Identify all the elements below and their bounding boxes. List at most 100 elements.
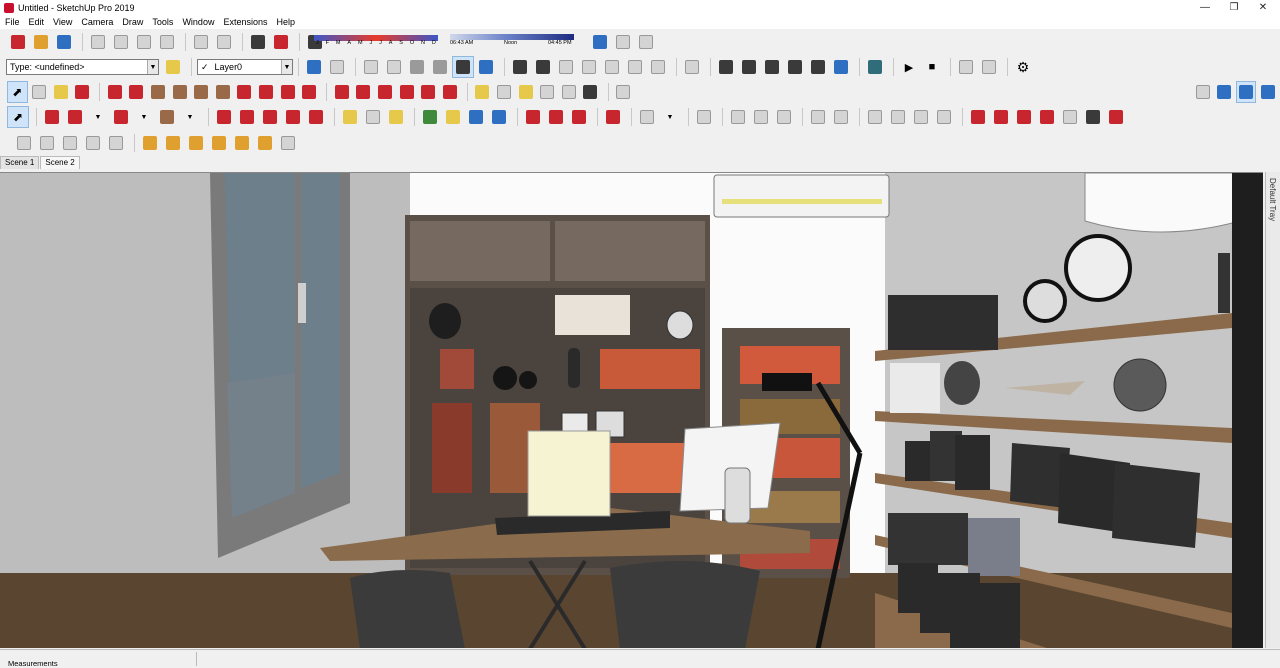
- sandbox-button-1[interactable]: [728, 107, 748, 127]
- ext-tool-button-6[interactable]: [255, 133, 275, 153]
- circle-button[interactable]: [192, 82, 211, 102]
- undo-button[interactable]: [191, 32, 211, 52]
- select-button-2[interactable]: ⬈: [7, 106, 29, 128]
- iso-view-button[interactable]: [510, 57, 530, 77]
- menu-window[interactable]: Window: [182, 17, 214, 27]
- erase-button[interactable]: [157, 32, 177, 52]
- rotate-button[interactable]: [376, 82, 395, 102]
- window-tool-button-1[interactable]: [865, 107, 885, 127]
- model-info-button[interactable]: [271, 32, 291, 52]
- arc-dropdown[interactable]: ▼: [134, 107, 154, 127]
- sandbox-button-3[interactable]: [774, 107, 794, 127]
- make-component-button[interactable]: [30, 82, 49, 102]
- pencil-button-2[interactable]: [65, 107, 85, 127]
- ext-tool-button-7[interactable]: [278, 133, 298, 153]
- axes-button[interactable]: [559, 82, 578, 102]
- style-button-2[interactable]: [739, 57, 759, 77]
- shape-button-2[interactable]: [157, 107, 177, 127]
- section-display-button[interactable]: [831, 107, 851, 127]
- play-button[interactable]: ▶: [899, 57, 919, 77]
- paint-button-2[interactable]: [386, 107, 406, 127]
- arc-button-2[interactable]: [111, 107, 131, 127]
- send-layout-button[interactable]: [569, 107, 589, 127]
- push-pull-button-2[interactable]: [214, 107, 234, 127]
- line-dropdown[interactable]: ▼: [88, 107, 108, 127]
- orbit-button-2[interactable]: [420, 107, 440, 127]
- top-view-button[interactable]: [533, 57, 553, 77]
- solid-tool-button-6[interactable]: [1083, 107, 1103, 127]
- solid-tool-button-7[interactable]: [1106, 107, 1126, 127]
- right-view-button[interactable]: [579, 57, 599, 77]
- download-button[interactable]: [636, 32, 656, 52]
- layer-combo[interactable]: ✓ Layer0 ▼: [197, 59, 293, 75]
- monochrome-button[interactable]: [452, 56, 474, 78]
- back-view-button[interactable]: [602, 57, 622, 77]
- menu-extensions[interactable]: Extensions: [223, 17, 267, 27]
- style-button-6[interactable]: [831, 57, 851, 77]
- zoom-button[interactable]: [466, 107, 486, 127]
- menu-tools[interactable]: Tools: [152, 17, 173, 27]
- 3d-text-button[interactable]: [581, 82, 600, 102]
- menu-help[interactable]: Help: [276, 17, 295, 27]
- solid-inspector-button[interactable]: [694, 107, 714, 127]
- arc-3pt-button[interactable]: [278, 82, 297, 102]
- scene-tab-2[interactable]: Scene 2: [40, 156, 80, 169]
- solid-tool-button-3[interactable]: [1014, 107, 1034, 127]
- zoom-extents-button[interactable]: [489, 107, 509, 127]
- type-combo[interactable]: Type: <undefined> ▼: [6, 59, 159, 75]
- view-cube-button-3[interactable]: [1258, 82, 1277, 102]
- select-button[interactable]: ⬈: [7, 81, 28, 103]
- tape-button-2[interactable]: [340, 107, 360, 127]
- solid-tool-button-1[interactable]: [968, 107, 988, 127]
- sandbox-stamp-button[interactable]: [83, 133, 103, 153]
- text-button-2[interactable]: [363, 107, 383, 127]
- style-button-4[interactable]: [785, 57, 805, 77]
- cut-button[interactable]: [88, 32, 108, 52]
- wireframe-button[interactable]: [361, 57, 381, 77]
- scene-nav-button-2[interactable]: [979, 57, 999, 77]
- front-view-button[interactable]: [556, 57, 576, 77]
- scale-button[interactable]: [419, 82, 438, 102]
- ext-tool-button-1[interactable]: [140, 133, 160, 153]
- new-model-button[interactable]: [8, 32, 28, 52]
- component-browser-button[interactable]: [682, 57, 702, 77]
- push-pull-button[interactable]: [354, 82, 373, 102]
- copy-button[interactable]: [111, 32, 131, 52]
- ext-tool-button-5[interactable]: [232, 133, 252, 153]
- offset-button[interactable]: [440, 82, 459, 102]
- account-dropdown[interactable]: ▼: [660, 107, 680, 127]
- style-button-3[interactable]: [762, 57, 782, 77]
- add-location-button[interactable]: [613, 32, 633, 52]
- rotate-button-2[interactable]: [283, 107, 303, 127]
- sandbox-scratch-button[interactable]: [37, 133, 57, 153]
- extension-y-button[interactable]: [865, 57, 885, 77]
- default-tray[interactable]: Default Tray: [1265, 172, 1280, 648]
- sandbox-contours-button[interactable]: [14, 133, 34, 153]
- style-button-1[interactable]: [716, 57, 736, 77]
- lock-button[interactable]: [934, 107, 954, 127]
- protractor-button[interactable]: [516, 82, 535, 102]
- ext-tool-button-4[interactable]: [209, 133, 229, 153]
- rotated-rectangle-button[interactable]: [170, 82, 189, 102]
- arc-2pt-button[interactable]: [257, 82, 276, 102]
- account-button[interactable]: [637, 107, 657, 127]
- shape-dropdown[interactable]: ▼: [180, 107, 200, 127]
- extension-warehouse-button[interactable]: [546, 107, 566, 127]
- solid-tool-button-5[interactable]: [1060, 107, 1080, 127]
- style-button-5[interactable]: [808, 57, 828, 77]
- tape-measure-button[interactable]: [473, 82, 492, 102]
- move-button-2[interactable]: [260, 107, 280, 127]
- hidden-line-button[interactable]: [384, 57, 404, 77]
- select-tool-button[interactable]: [163, 57, 183, 77]
- ext-tool-button-3[interactable]: [186, 133, 206, 153]
- save-button[interactable]: [54, 32, 74, 52]
- polygon-button[interactable]: [213, 82, 232, 102]
- left-view-button[interactable]: [625, 57, 645, 77]
- paint-bucket-button[interactable]: [51, 82, 70, 102]
- settings-button[interactable]: ⚙: [1013, 57, 1033, 77]
- bottom-view-button[interactable]: [648, 57, 668, 77]
- follow-me-button[interactable]: [397, 82, 416, 102]
- sandbox-drape-button[interactable]: [106, 133, 126, 153]
- scene-nav-button-1[interactable]: [956, 57, 976, 77]
- ext-tool-button-2[interactable]: [163, 133, 183, 153]
